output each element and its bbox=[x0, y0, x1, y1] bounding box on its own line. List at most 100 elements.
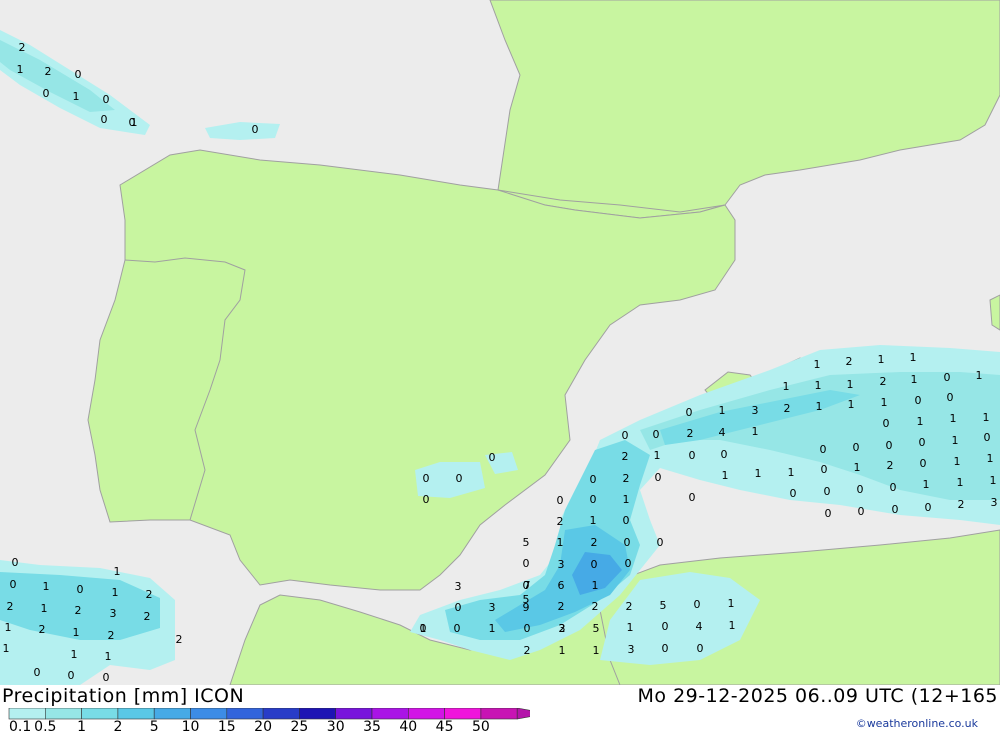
map-value: 0 bbox=[653, 428, 660, 441]
map-value: 2 bbox=[7, 600, 14, 613]
map-value: 0 bbox=[858, 505, 865, 518]
map-value: 0 bbox=[129, 116, 136, 129]
map-value: 1 bbox=[983, 411, 990, 424]
map-value: 1 bbox=[917, 415, 924, 428]
map-value: 1 bbox=[719, 404, 726, 417]
map-value: 1 bbox=[854, 461, 861, 474]
map-value: 2 bbox=[75, 604, 82, 617]
map-value: 1 bbox=[755, 467, 762, 480]
map-value: 0 bbox=[103, 671, 110, 684]
map-value: 2 bbox=[623, 472, 630, 485]
map-value: 0 bbox=[34, 666, 41, 679]
footer: Precipitation [mm] ICON Mo 29-12-2025 06… bbox=[0, 685, 1000, 733]
legend-swatch bbox=[190, 708, 228, 720]
map-value: 0 bbox=[625, 557, 632, 570]
map-value: 1 bbox=[71, 648, 78, 661]
legend-label: 1 bbox=[77, 719, 86, 733]
legend-label: 2 bbox=[113, 719, 122, 733]
legend-swatch bbox=[44, 708, 82, 720]
map-value: 0 bbox=[919, 436, 926, 449]
map-value: 1 bbox=[3, 642, 10, 655]
map-value: 1 bbox=[783, 380, 790, 393]
map-value: 1 bbox=[923, 478, 930, 491]
legend-label: 5 bbox=[150, 719, 159, 733]
map-value: 0 bbox=[624, 536, 631, 549]
map-value: 2 bbox=[591, 536, 598, 549]
legend-swatch bbox=[262, 708, 300, 720]
map-value: 2 bbox=[592, 600, 599, 613]
map-value: 2 bbox=[176, 633, 183, 646]
legend-swatch bbox=[117, 708, 155, 720]
map-value: 2 bbox=[108, 629, 115, 642]
map-value: 0 bbox=[10, 578, 17, 591]
map-value: 2 bbox=[558, 600, 565, 613]
legend-arrow bbox=[516, 708, 530, 720]
color-legend: 0.1 0.5 1 2 5 10 15 20 25 30 35 40 45 50 bbox=[8, 708, 530, 733]
map-value: 3 bbox=[558, 558, 565, 571]
map-value: 0 bbox=[68, 669, 75, 682]
map-value: 0 bbox=[101, 113, 108, 126]
map-value: 0 bbox=[689, 491, 696, 504]
map-value: 7 bbox=[524, 579, 531, 592]
map-value: 0 bbox=[489, 451, 496, 464]
legend-label: 30 bbox=[327, 719, 345, 733]
map-value: 0 bbox=[689, 449, 696, 462]
map-value: 0 bbox=[886, 439, 893, 452]
map-value: 4 bbox=[719, 426, 726, 439]
map-value: 1 bbox=[848, 398, 855, 411]
map-value: 2 bbox=[846, 355, 853, 368]
map-value: 0 bbox=[623, 514, 630, 527]
map-value: 0 bbox=[825, 507, 832, 520]
map-value: 1 bbox=[73, 626, 80, 639]
map-value: 0 bbox=[103, 93, 110, 106]
map-value: 1 bbox=[788, 466, 795, 479]
map-value: 0 bbox=[984, 431, 991, 444]
map-value: 2 bbox=[39, 623, 46, 636]
map-value: 2 bbox=[622, 450, 629, 463]
map-value: 4 bbox=[696, 620, 703, 633]
map-value: 0 bbox=[857, 483, 864, 496]
map-value: 0 bbox=[43, 87, 50, 100]
map-value: 1 bbox=[623, 493, 630, 506]
map-value: 1 bbox=[17, 63, 24, 76]
map-value: 1 bbox=[814, 358, 821, 371]
map-value: 1 bbox=[43, 580, 50, 593]
map-value: 0 bbox=[947, 391, 954, 404]
map-value: 2 bbox=[524, 644, 531, 657]
legend-swatch bbox=[444, 708, 482, 720]
legend-swatch bbox=[8, 708, 46, 720]
map-value: 0 bbox=[524, 622, 531, 635]
map-value: 1 bbox=[847, 378, 854, 391]
map-value: 0 bbox=[456, 472, 463, 485]
credit-link[interactable]: ©weatheronline.co.uk bbox=[856, 717, 978, 730]
legend-label: 0.5 bbox=[34, 719, 56, 733]
map-value: 1 bbox=[952, 434, 959, 447]
map-value: 0 bbox=[557, 494, 564, 507]
map-value: 1 bbox=[878, 353, 885, 366]
map-value: 2 bbox=[559, 622, 566, 635]
map-value: 0 bbox=[12, 556, 19, 569]
map-value: 0 bbox=[697, 642, 704, 655]
map-value: 1 bbox=[910, 351, 917, 364]
map-value: 1 bbox=[957, 476, 964, 489]
legend-label: 0.1 bbox=[9, 719, 31, 733]
map-value: 1 bbox=[73, 90, 80, 103]
legend-swatch bbox=[299, 708, 336, 720]
map-value: 0 bbox=[252, 123, 259, 136]
legend-swatch bbox=[371, 708, 409, 720]
map-value: 0 bbox=[824, 485, 831, 498]
map-value: 3 bbox=[752, 404, 759, 417]
map-value: 0 bbox=[423, 472, 430, 485]
map-value: 0 bbox=[662, 620, 669, 633]
map-value: 2 bbox=[19, 41, 26, 54]
map-value: 2 bbox=[887, 459, 894, 472]
map-value: 1 bbox=[593, 644, 600, 657]
legend-label: 15 bbox=[218, 719, 236, 733]
map-value: 0 bbox=[655, 471, 662, 484]
map-value: 0 bbox=[77, 583, 84, 596]
map-value: 1 bbox=[112, 586, 119, 599]
legend-swatch bbox=[153, 708, 191, 720]
map-value: 2 bbox=[144, 610, 151, 623]
legend-label: 40 bbox=[399, 719, 417, 733]
map-value: 1 bbox=[5, 621, 12, 634]
